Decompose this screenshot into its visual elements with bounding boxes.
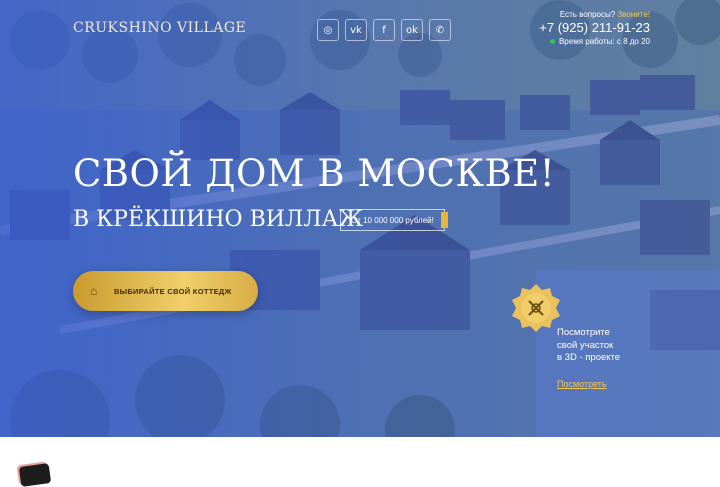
3d-text-line: свой участок [557, 339, 614, 351]
working-hours-text: Время работы: с 8 до 20 [558, 37, 650, 46]
header-contact: Есть вопросы? Звоните! +7 (925) 211-91-2… [539, 10, 650, 46]
social-links: ◎ vk f ok ✆ [317, 19, 451, 41]
choose-cottage-button[interactable]: ⌂ ВЫБИРАЙТЕ СВОЙ КОТТЕДЖ [73, 271, 258, 311]
view-3d-link[interactable]: Посмотреть [557, 379, 607, 389]
choose-cottage-label: ВЫБИРАЙТЕ СВОЙ КОТТЕДЖ [114, 286, 232, 296]
phone-number[interactable]: +7 (925) 211-91-23 [539, 20, 650, 35]
3d-text-line: Посмотрите [557, 327, 610, 338]
instagram-icon[interactable]: ◎ [317, 19, 339, 41]
viber-icon[interactable]: ✆ [429, 19, 451, 41]
3d-text-line: в 3D - проекте [557, 352, 621, 363]
odnoklassniki-icon[interactable]: ok [401, 19, 423, 41]
hero-subtitle: В КРЁКШИНО ВИЛЛАЖ [73, 207, 364, 232]
3d-badge-icon [512, 284, 560, 332]
call-text: Звоните! [617, 10, 650, 19]
price-text: От 10 000 000 рублей! [351, 215, 434, 225]
facebook-icon[interactable]: f [373, 19, 395, 41]
online-status-icon [549, 39, 555, 45]
vk-icon[interactable]: vk [345, 19, 367, 41]
house-icon: ⌂ [90, 284, 98, 298]
hero-title: СВОЙ ДОМ В МОСКВЕ! [73, 152, 556, 195]
price-accent-icon [440, 212, 448, 228]
working-hours: Время работы: с 8 до 20 [539, 37, 650, 46]
phone-decor-image [18, 463, 52, 487]
contact-question: Есть вопросы? Звоните! [539, 10, 650, 19]
question-text: Есть вопросы? [559, 10, 616, 19]
3d-project-text: Посмотрите свой участок в 3D - проекте [557, 327, 620, 365]
price-badge: От 10 000 000 рублей! [340, 209, 448, 231]
site-logo[interactable]: CRUKSHINO VILLAGE [73, 20, 246, 36]
